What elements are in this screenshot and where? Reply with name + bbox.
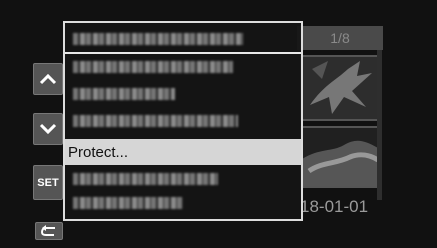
menu-item[interactable] bbox=[65, 54, 301, 80]
scroll-up-button[interactable] bbox=[33, 63, 63, 95]
chevron-down-icon bbox=[39, 123, 57, 135]
blurred-label bbox=[73, 173, 218, 185]
playback-menu: Protect... bbox=[63, 21, 303, 221]
menu-item-protect[interactable]: Protect... bbox=[65, 139, 301, 165]
menu-item[interactable] bbox=[65, 166, 301, 192]
blurred-label bbox=[73, 33, 243, 45]
chevron-up-icon bbox=[39, 73, 57, 85]
scroll-down-button[interactable] bbox=[33, 113, 63, 145]
capture-date: 18-01-01 bbox=[300, 197, 369, 216]
set-button[interactable]: SET bbox=[33, 165, 63, 200]
menu-item-label: Protect... bbox=[68, 143, 129, 161]
back-button[interactable] bbox=[35, 222, 63, 240]
menu-item[interactable] bbox=[65, 108, 301, 134]
gallery-scrollbar[interactable] bbox=[377, 50, 382, 200]
blurred-label bbox=[73, 61, 233, 73]
menu-item[interactable] bbox=[65, 190, 301, 216]
blurred-label bbox=[73, 115, 238, 127]
set-label: SET bbox=[37, 176, 59, 189]
image-counter: 1/8 bbox=[297, 26, 383, 50]
return-icon bbox=[40, 225, 55, 236]
camera-screen: 1/8 18-01-01 SET Protect... bbox=[0, 0, 437, 248]
blurred-label bbox=[73, 197, 183, 209]
photo-thumbnail-2[interactable] bbox=[300, 126, 380, 188]
menu-item[interactable] bbox=[65, 26, 301, 54]
top-status bbox=[0, 0, 437, 20]
blurred-label bbox=[73, 88, 175, 100]
photo-thumbnail[interactable] bbox=[300, 55, 380, 121]
menu-item[interactable] bbox=[65, 81, 301, 107]
